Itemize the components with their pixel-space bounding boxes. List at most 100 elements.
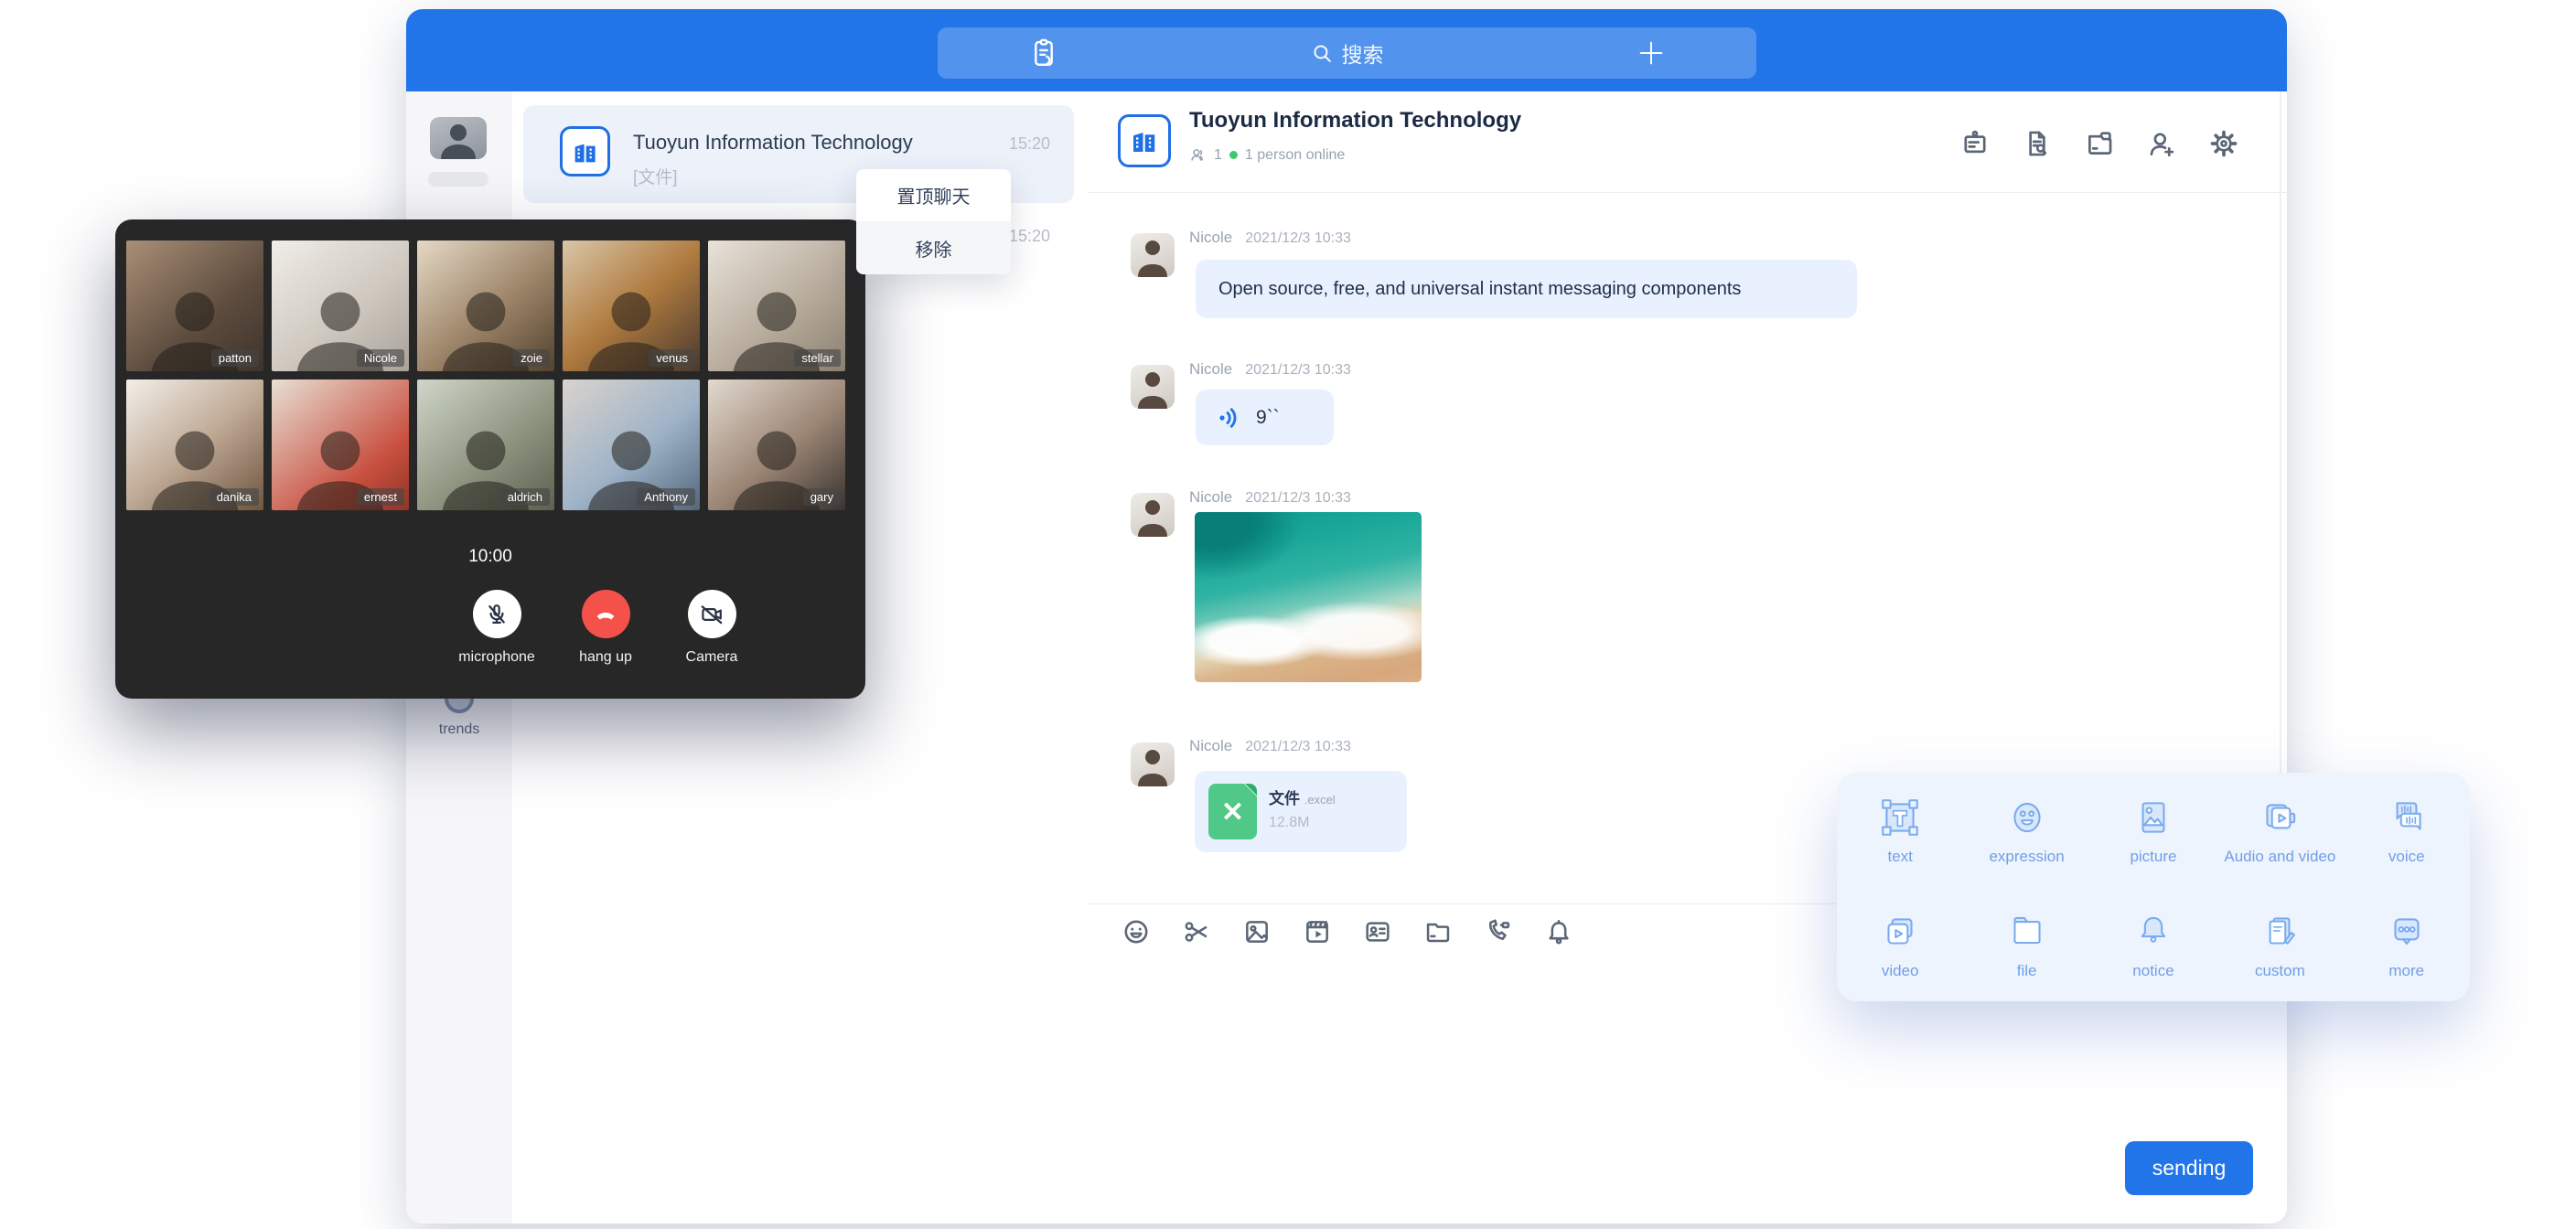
message-header: Nicole 2021/12/3 10:33 bbox=[1189, 229, 1351, 247]
message-time: 2021/12/3 10:33 bbox=[1245, 490, 1351, 507]
group-file-icon[interactable] bbox=[2084, 128, 2115, 159]
contact-card-icon[interactable] bbox=[1363, 917, 1392, 951]
voice-icon bbox=[2384, 795, 2430, 840]
screenshot-canvas: 搜索 trends bbox=[0, 0, 2576, 1229]
video-tile: venus bbox=[563, 240, 700, 371]
call-timer: 10:00 bbox=[115, 547, 865, 567]
panel-item-text[interactable]: text bbox=[1837, 773, 1963, 887]
panel-item-notice[interactable]: notice bbox=[2090, 887, 2216, 1001]
message-type-panel: text expression picture bbox=[1837, 773, 2470, 1001]
file-folder-icon[interactable] bbox=[1423, 917, 1453, 951]
message-header: Nicole 2021/12/3 10:33 bbox=[1189, 360, 1351, 379]
panel-item-video[interactable]: video bbox=[1837, 887, 1963, 1001]
hangup-control: hang up bbox=[551, 590, 660, 666]
hangup-button[interactable] bbox=[582, 590, 630, 638]
panel-item-expression[interactable]: expression bbox=[1963, 773, 2089, 887]
message-time: 2021/12/3 10:33 bbox=[1245, 230, 1351, 247]
avatar bbox=[1131, 743, 1175, 786]
voice-wave-icon bbox=[1216, 404, 1243, 432]
video-tile: gary bbox=[708, 379, 845, 510]
chat-group-avatar bbox=[1118, 114, 1171, 167]
composer-toolbar bbox=[1122, 917, 1573, 951]
panel-item-picture[interactable]: picture bbox=[2090, 773, 2216, 887]
video-call-overlay: patton Nicole zoie venus stellar danika bbox=[115, 219, 865, 699]
voice-duration: 9`` bbox=[1256, 407, 1280, 429]
members-icon bbox=[1189, 146, 1207, 164]
menu-item-pin-chat[interactable]: 置顶聊天 bbox=[856, 169, 1011, 221]
menu-item-remove[interactable]: 移除 bbox=[856, 221, 1011, 274]
file-message-bubble[interactable]: ✕ 文件 .excel 12.8M bbox=[1195, 771, 1407, 852]
group-notice-icon[interactable] bbox=[1959, 128, 1991, 159]
video-grid: patton Nicole zoie venus stellar danika bbox=[126, 240, 854, 510]
panel-item-custom[interactable]: custom bbox=[2216, 887, 2343, 1001]
video-tile: patton bbox=[126, 240, 263, 371]
chat-subtitle: 1 1 person online bbox=[1189, 146, 1345, 164]
chat-header: Tuoyun Information Technology 1 1 person… bbox=[1089, 91, 2287, 193]
sender-name: Nicole bbox=[1189, 488, 1232, 507]
add-member-icon[interactable] bbox=[2146, 128, 2177, 159]
building-icon bbox=[570, 136, 601, 167]
search-icon bbox=[1311, 42, 1334, 65]
online-status: 1 person online bbox=[1245, 147, 1345, 164]
participant-name: Nicole bbox=[357, 349, 404, 367]
screenshot-scissors-icon[interactable] bbox=[1182, 917, 1211, 951]
text-icon bbox=[1877, 795, 1923, 840]
avatar bbox=[1131, 493, 1175, 537]
search-field[interactable]: 搜索 bbox=[938, 27, 1756, 79]
panel-item-file[interactable]: file bbox=[1963, 887, 2089, 1001]
chat-title: Tuoyun Information Technology bbox=[1189, 108, 1521, 134]
building-icon bbox=[1128, 124, 1161, 157]
video-message-icon[interactable] bbox=[1303, 917, 1332, 951]
search-bar[interactable]: 搜索 bbox=[938, 27, 1756, 79]
conversation-time: 15:20 bbox=[1009, 134, 1050, 154]
member-count: 1 bbox=[1214, 147, 1222, 164]
plus-icon[interactable] bbox=[1636, 37, 1667, 73]
conversation-title: Tuoyun Information Technology bbox=[633, 131, 913, 155]
notification-bell-icon[interactable] bbox=[1544, 917, 1573, 951]
voice-message-bubble[interactable]: 9`` bbox=[1196, 390, 1334, 445]
mic-muted-icon bbox=[484, 602, 510, 627]
top-bar: 搜索 bbox=[406, 9, 2287, 91]
panel-item-voice[interactable]: voice bbox=[2344, 773, 2470, 887]
expression-icon bbox=[2004, 795, 2050, 840]
video-tile: aldrich bbox=[417, 379, 554, 510]
group-avatar bbox=[560, 126, 610, 176]
file-folder-icon bbox=[2004, 909, 2050, 955]
send-button[interactable]: sending bbox=[2125, 1141, 2253, 1195]
online-dot bbox=[1229, 151, 1238, 159]
panel-item-more[interactable]: more bbox=[2344, 887, 2470, 1001]
sender-name: Nicole bbox=[1189, 229, 1232, 247]
text-message-bubble: Open source, free, and universal instant… bbox=[1196, 260, 1857, 318]
file-name: 文件 .excel bbox=[1269, 785, 1336, 808]
video-tile: ernest bbox=[272, 379, 409, 510]
settings-gear-icon[interactable] bbox=[2208, 128, 2239, 159]
excel-file-icon: ✕ bbox=[1208, 784, 1257, 839]
trends-label: trends bbox=[406, 721, 512, 738]
participant-name: venus bbox=[649, 349, 695, 367]
avatar bbox=[1131, 365, 1175, 409]
notice-bell-icon bbox=[2131, 909, 2176, 955]
message-time: 2021/12/3 10:33 bbox=[1245, 739, 1351, 755]
camera-control: Camera bbox=[657, 590, 767, 666]
emoji-icon[interactable] bbox=[1122, 917, 1151, 951]
video-tile: Anthony bbox=[563, 379, 700, 510]
panel-item-audio-video[interactable]: Audio and video bbox=[2216, 773, 2343, 887]
message-header: Nicole 2021/12/3 10:33 bbox=[1189, 737, 1351, 755]
picture-icon[interactable] bbox=[1242, 917, 1272, 951]
microphone-button[interactable] bbox=[473, 590, 521, 638]
participant-name: Anthony bbox=[637, 488, 695, 506]
conversation-last-message: [文件] bbox=[633, 164, 678, 188]
image-message-beach[interactable] bbox=[1195, 512, 1422, 682]
nav-item-partial[interactable] bbox=[428, 172, 488, 187]
participant-name: stellar bbox=[794, 349, 841, 367]
video-tile: Nicole bbox=[272, 240, 409, 371]
microphone-control: microphone bbox=[442, 590, 552, 666]
file-ext: .excel bbox=[1304, 793, 1336, 807]
video-call-icon[interactable] bbox=[1484, 917, 1513, 951]
user-avatar[interactable] bbox=[430, 117, 487, 159]
conversation-context-menu: 置顶聊天 移除 bbox=[856, 169, 1011, 274]
custom-icon bbox=[2257, 909, 2302, 955]
participant-name: patton bbox=[211, 349, 259, 367]
chat-history-search-icon[interactable] bbox=[2022, 128, 2053, 159]
camera-button[interactable] bbox=[688, 590, 736, 638]
